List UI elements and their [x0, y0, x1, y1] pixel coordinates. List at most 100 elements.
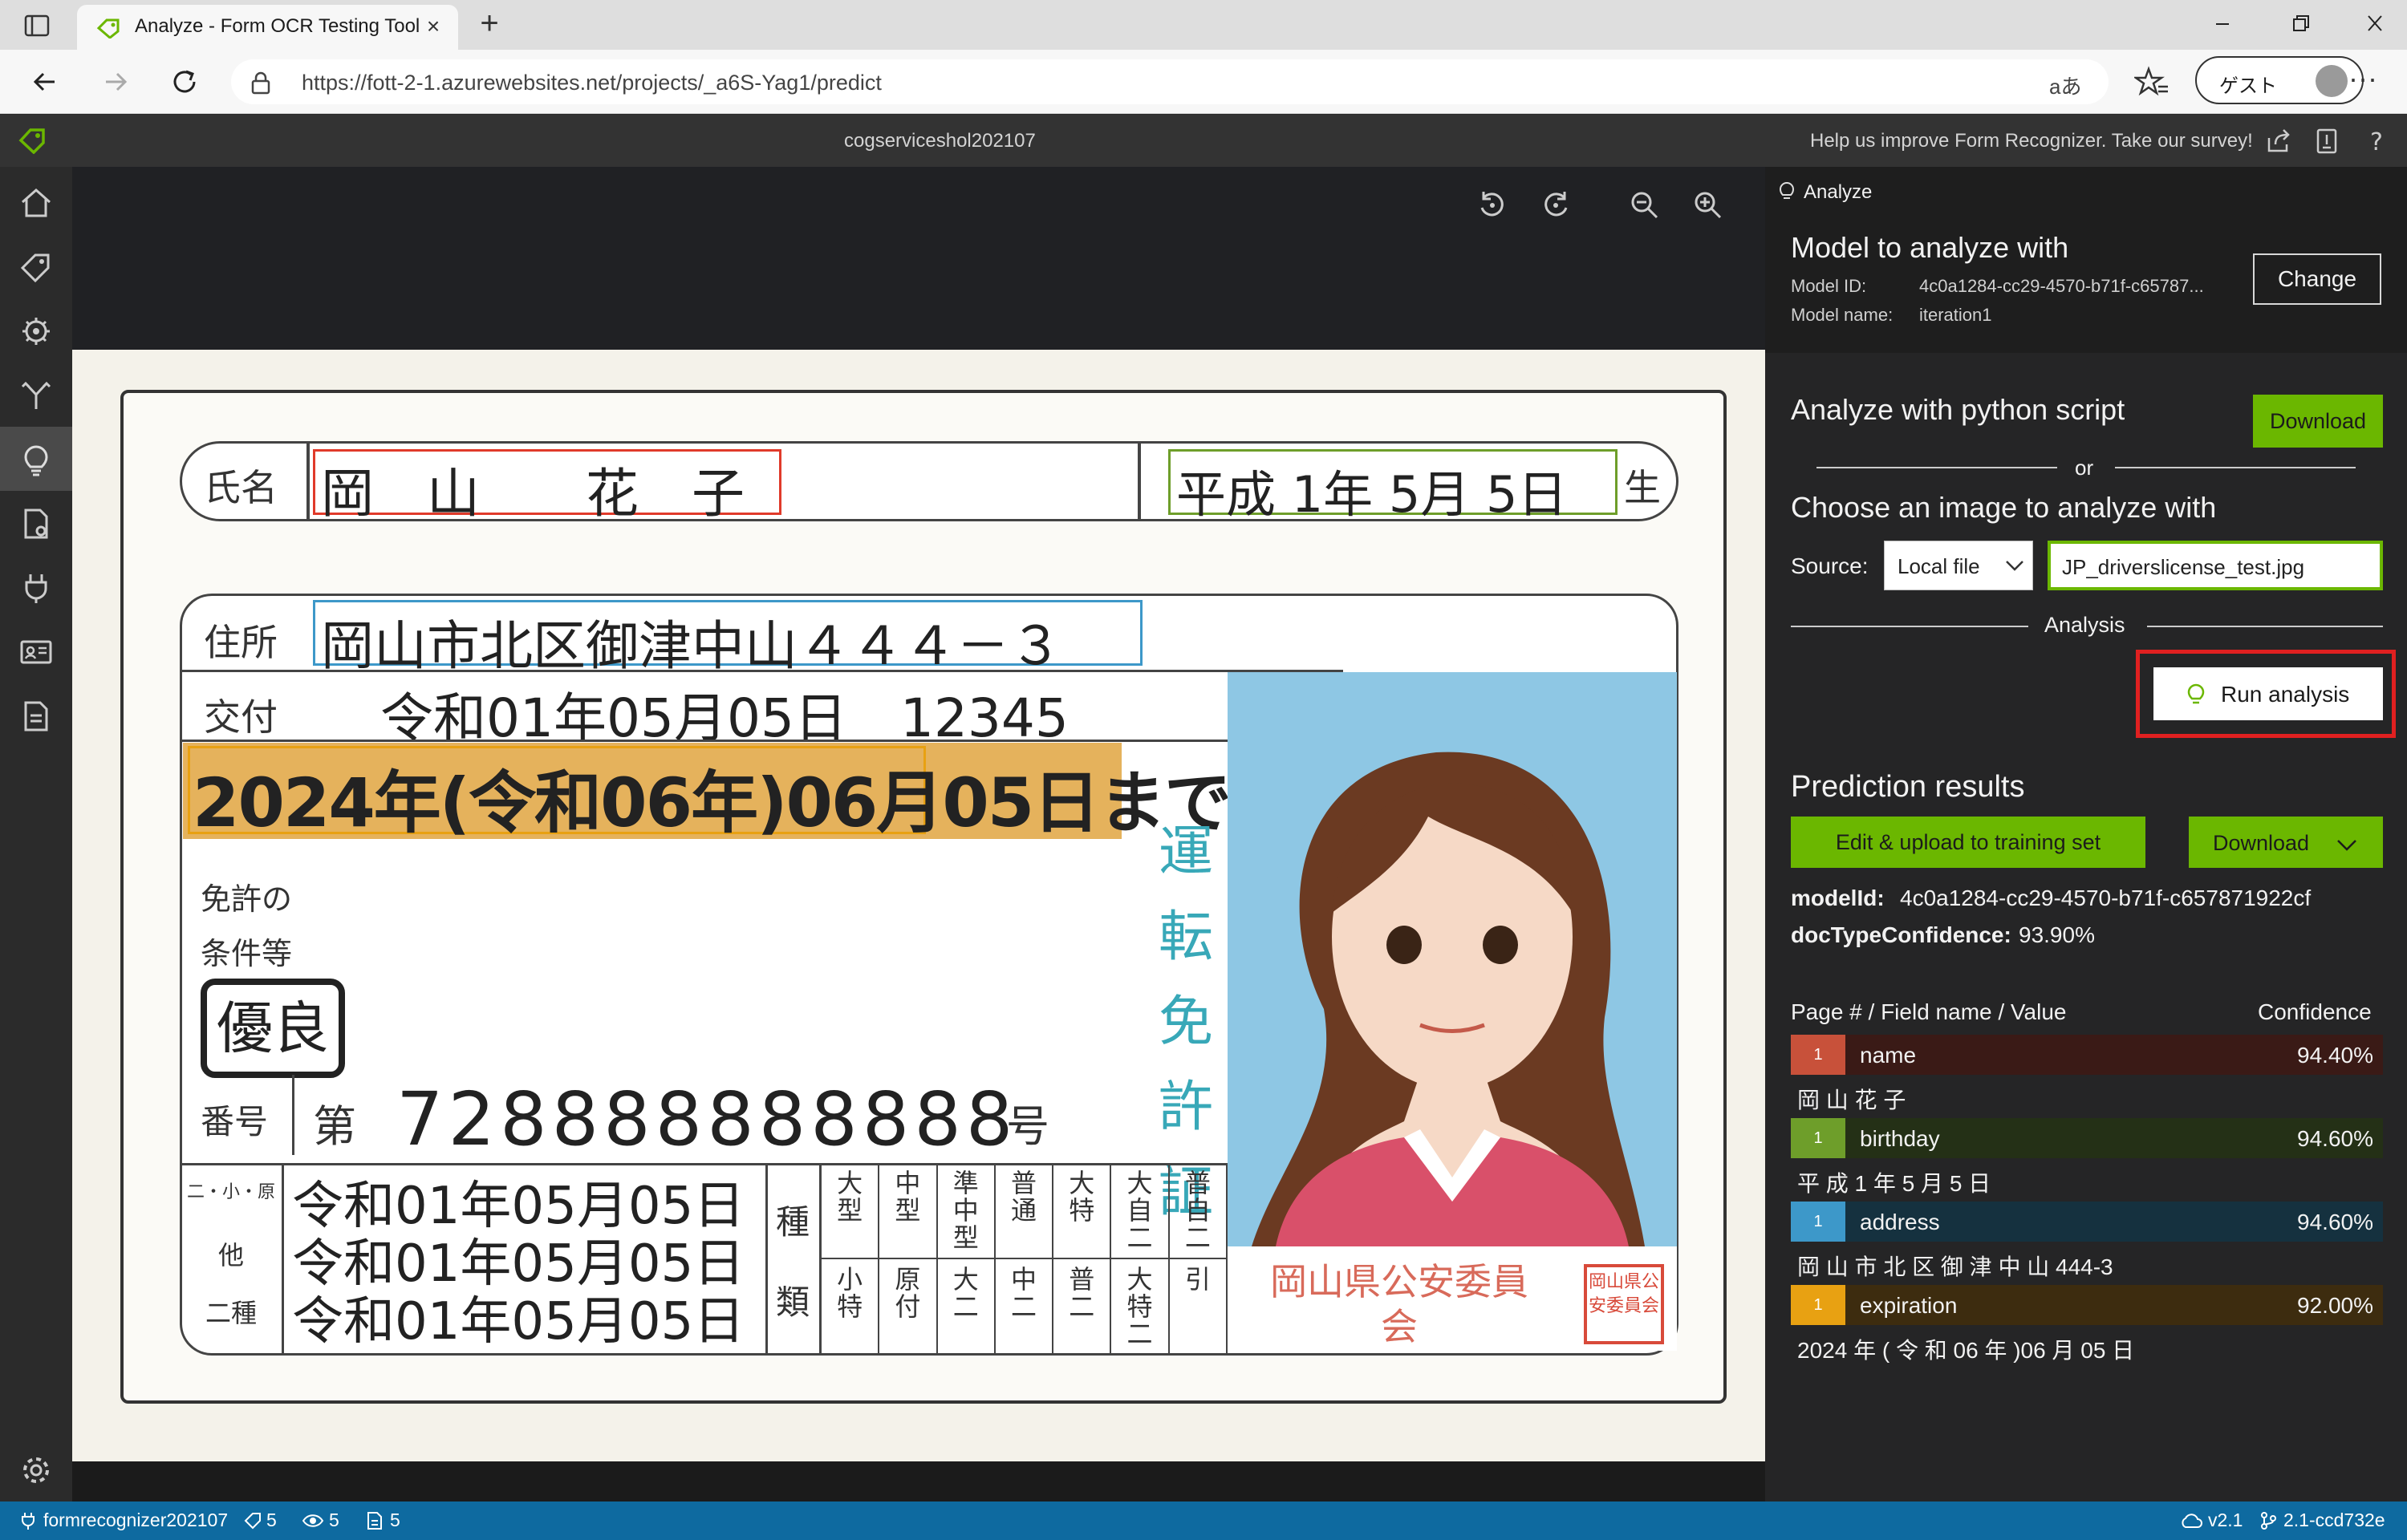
document-image[interactable]: 氏名 岡 山 花 子 平成 1年 5月 5日 生 住所 岡山市北区御津中山４４４…	[72, 350, 1765, 1461]
results-header-right: Confidence	[2258, 999, 2372, 1024]
number-suffix: 号	[1006, 1101, 1049, 1152]
plug-icon	[19, 1511, 37, 1534]
merge-icon	[21, 381, 51, 409]
result-row-address[interactable]: 1 address 94.60%	[1791, 1202, 2383, 1242]
browser-address-bar: https://fott-2-1.azurewebsites.net/proje…	[0, 50, 2407, 114]
window-restore-icon[interactable]	[2275, 6, 2324, 42]
divider	[1791, 626, 2028, 627]
refresh-icon[interactable]	[167, 64, 205, 99]
class-grid: 大型 中型 準中型 普通 大特 大自二 普自二 小特 原付 大二 中二 普二 大特二引	[822, 1163, 1228, 1356]
more-options-icon[interactable]: ···	[2343, 64, 2383, 99]
connection-name[interactable]: formrecognizer202107	[43, 1510, 228, 1531]
license-class-cell: 大自二	[1111, 1163, 1170, 1259]
field-confidence: 94.40%	[2297, 1043, 2373, 1068]
rotate-left-icon[interactable]	[1474, 187, 1511, 224]
nav-home[interactable]	[0, 170, 72, 234]
license-class-cell: 普二	[1053, 1259, 1112, 1356]
project-name: cogserviceshol202107	[844, 130, 1036, 152]
nav-settings[interactable]	[0, 1437, 72, 1502]
download-script-button[interactable]: Download	[2253, 395, 2383, 448]
shortcuts-icon[interactable]	[2312, 127, 2341, 156]
eye-icon	[302, 1511, 324, 1534]
class-row-label: 二種	[205, 1298, 257, 1328]
divider	[2147, 626, 2383, 627]
run-analysis-label: Run analysis	[2221, 682, 2350, 707]
profile-button[interactable]: ゲスト	[2195, 56, 2364, 104]
model-id-full: 4c0a1284-cc29-4570-b71f-c657871922cf	[1900, 886, 2312, 910]
nav-layout[interactable]	[0, 491, 72, 555]
download-results-button[interactable]: Download	[2189, 817, 2383, 868]
new-tab-icon[interactable]: +	[473, 7, 505, 40]
nav-pages[interactable]	[0, 683, 72, 748]
window-minimize-icon[interactable]	[2198, 6, 2247, 42]
run-analysis-button[interactable]: Run analysis	[2153, 667, 2383, 720]
model-id-label: Model ID:	[1791, 276, 1867, 296]
class-row-label: 二・小・原	[186, 1182, 275, 1202]
zoom-out-icon[interactable]	[1626, 187, 1663, 224]
address-label: 住所	[204, 621, 278, 664]
read-aloud-icon[interactable]: aあ	[2049, 71, 2081, 100]
official-seal: 岡山県公安委員会	[1584, 1264, 1664, 1344]
home-icon	[22, 188, 51, 217]
divider	[1816, 467, 2057, 468]
source-select[interactable]: Local file	[1884, 541, 2033, 590]
result-row-expiration[interactable]: 1 expiration 92.00%	[1791, 1285, 2383, 1325]
nav-compose[interactable]	[0, 363, 72, 427]
license-class-cell: 原付	[879, 1259, 938, 1356]
nav-prebuilt[interactable]	[0, 619, 72, 683]
result-row-name[interactable]: 1 name 94.40%	[1791, 1035, 2383, 1075]
help-icon[interactable]: ?	[2362, 127, 2391, 156]
nav-analyze[interactable]	[0, 427, 72, 491]
change-model-button[interactable]: Change	[2253, 253, 2381, 305]
forward-arrow-icon[interactable]	[96, 64, 135, 99]
share-icon[interactable]	[2264, 127, 2293, 156]
field-confidence: 94.60%	[2297, 1210, 2373, 1234]
left-navigation	[0, 167, 72, 1502]
number-label: 番号	[201, 1102, 269, 1141]
build-version: 2.1-ccd732e	[2283, 1510, 2385, 1530]
nav-connections[interactable]	[0, 555, 72, 619]
tab-close-icon[interactable]: ×	[422, 15, 444, 38]
tab-actions-icon[interactable]	[21, 10, 53, 42]
divider	[180, 740, 1343, 742]
license-class-cell: 大特二	[1111, 1259, 1170, 1356]
license-number: 728888888888	[396, 1076, 1018, 1162]
nav-train[interactable]	[0, 298, 72, 363]
app-header: cogserviceshol202107 Help us improve For…	[0, 115, 2407, 167]
browser-tab-bar: Analyze - Form OCR Testing Tool × +	[0, 0, 2407, 50]
address-value: 岡山市北区御津中山４４４－３	[321, 615, 1062, 677]
url-input[interactable]: https://fott-2-1.azurewebsites.net/proje…	[231, 59, 2109, 104]
zoom-in-icon[interactable]	[1690, 187, 1727, 224]
result-row-birthday[interactable]: 1 birthday 94.60%	[1791, 1118, 2383, 1158]
window-close-icon[interactable]	[2351, 6, 2399, 42]
download-results-label: Download	[2213, 831, 2310, 855]
class-row-date: 令和01年05月05日	[292, 1292, 745, 1352]
lightbulb-icon	[24, 445, 48, 476]
edit-upload-button[interactable]: Edit & upload to training set	[1791, 817, 2145, 868]
license-class-cell: 中二	[996, 1259, 1054, 1356]
profile-label: ゲスト	[2219, 75, 2277, 97]
gear-icon	[23, 1457, 49, 1483]
page-number-badge: 1	[1791, 1035, 1845, 1075]
favorites-star-icon[interactable]	[2133, 66, 2170, 98]
browser-tab-active[interactable]: Analyze - Form OCR Testing Tool ×	[77, 5, 458, 50]
field-name: name	[1860, 1043, 1917, 1068]
document-icon	[24, 701, 48, 732]
portrait-photo	[1228, 672, 1677, 1246]
doc-confidence-value: 93.90%	[2019, 922, 2095, 947]
license-class-cell: 準中型	[937, 1163, 996, 1259]
rotate-right-icon[interactable]	[1537, 187, 1574, 224]
app-logo-icon[interactable]	[18, 127, 47, 155]
survey-link[interactable]: Help us improve Form Recognizer. Take ou…	[1810, 130, 2253, 152]
divider	[2115, 467, 2356, 468]
train-icon	[22, 318, 50, 345]
class-header-1: 種	[776, 1202, 810, 1242]
tags-count: 5	[266, 1510, 277, 1530]
file-input[interactable]: JP_driverslicense_test.jpg	[2048, 541, 2383, 590]
back-arrow-icon[interactable]	[26, 64, 64, 99]
name-label: 氏名	[204, 466, 278, 509]
page-number-badge: 1	[1791, 1202, 1845, 1242]
nav-tags-editor[interactable]	[0, 234, 72, 298]
license-class-cell: 普通	[995, 1163, 1054, 1259]
lock-icon[interactable]	[250, 71, 271, 95]
